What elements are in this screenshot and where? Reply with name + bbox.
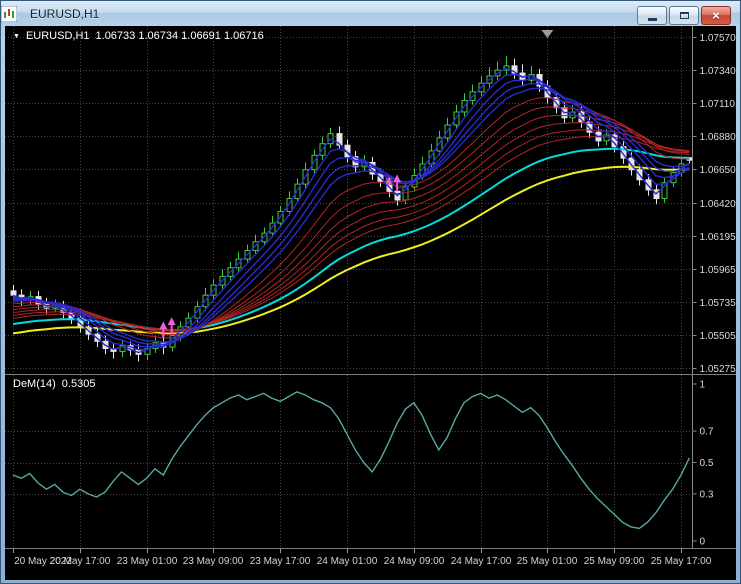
time-tick-mark [13, 549, 14, 553]
window-controls: × [637, 6, 731, 25]
demarker-indicator-chart[interactable]: 1 0.7 0.5 0.3 0 [5, 375, 736, 548]
time-tick-mark [681, 549, 682, 553]
main-price-chart[interactable]: 1.07570 1.07340 1.07110 1.06880 1.06650 1.064… [5, 26, 736, 374]
time-tick-label: 24 May 01:00 [316, 556, 378, 567]
close-icon: × [712, 8, 720, 23]
maximize-button[interactable] [669, 6, 699, 25]
time-tick-label: 24 May 09:00 [383, 556, 445, 567]
time-tick-mark [147, 549, 148, 553]
price-tick-label: 1.06650 [700, 165, 737, 176]
close-button[interactable]: × [701, 6, 731, 25]
chart-shift-marker[interactable] [541, 30, 554, 38]
price-tick-label: 1.05965 [700, 265, 737, 276]
minimize-button[interactable] [637, 6, 667, 25]
red-ribbon-line [12, 122, 690, 332]
time-tick-label: 25 May 01:00 [516, 556, 578, 567]
price-tick-label: 1.07340 [700, 66, 737, 77]
price-tick-label: 1.06195 [700, 232, 737, 243]
window-titlebar[interactable]: EURUSD,H1 × [1, 1, 740, 26]
time-tick-mark [213, 549, 214, 553]
time-tick-mark [80, 549, 81, 553]
minimize-icon [647, 18, 657, 21]
yellow-ma-line [12, 165, 690, 335]
price-tick-label: 1.06880 [700, 132, 737, 143]
time-tick-mark [347, 549, 348, 553]
symbol-timeframe-label: EURUSD,H1 [25, 30, 90, 42]
indicator-tick-label: 0.5 [700, 458, 714, 469]
indicator-tick-label: 1 [700, 380, 706, 391]
chart-ohlc-header: ▼ EURUSD,H1 1.06733 1.06734 1.06691 1.06… [13, 30, 264, 42]
price-tick-label: 1.06420 [700, 199, 737, 210]
time-tick-mark [414, 549, 415, 553]
buy-arrow-icon [159, 321, 168, 330]
demarker-line [12, 391, 691, 530]
price-tick-label: 1.07110 [700, 99, 736, 110]
price-tick-label: 1.07570 [700, 33, 737, 44]
chart-client-area: 1.07570 1.07340 1.07110 1.06880 1.06650 1.064… [5, 26, 736, 580]
indicator-tick-label: 0.7 [700, 427, 714, 438]
time-tick-label: 23 May 01:00 [116, 556, 178, 567]
time-tick-mark [614, 549, 615, 553]
time-tick-label: 23 May 17:00 [249, 556, 311, 567]
red-ribbon-line [12, 97, 690, 339]
indicator-value: 0.5305 [61, 378, 96, 390]
red-ribbon-line [12, 114, 690, 333]
price-tick-label: 1.05735 [700, 298, 737, 309]
time-tick-label: 25 May 09:00 [583, 556, 645, 567]
ohlc-values: 1.06733 1.06734 1.06691 1.06716 [95, 30, 264, 42]
mt4-chart-window: EURUSD,H1 × 1.07570 1.07340 1.07110 1.06880… [0, 0, 741, 584]
indicator-tick-label: 0.3 [700, 489, 714, 500]
indicator-name: DeM(14) [13, 378, 56, 390]
price-tick-label: 1.05275 [700, 364, 737, 374]
price-tick-label: 1.05505 [700, 331, 737, 342]
time-tick-label: 23 May 09:00 [182, 556, 244, 567]
time-tick-mark [547, 549, 548, 553]
time-tick-label: 25 May 17:00 [650, 556, 712, 567]
app-icon-image [1, 5, 17, 22]
indicator-tick-label: 0 [700, 537, 706, 548]
time-tick-mark [481, 549, 482, 553]
time-tick-label: 24 May 17:00 [450, 556, 512, 567]
app-icon[interactable] [1, 5, 24, 22]
time-tick-label: 20 May 17:00 [49, 556, 111, 567]
red-ribbon-line [12, 106, 690, 336]
symbol-dropdown-icon[interactable]: ▼ [13, 33, 20, 40]
time-axis[interactable]: 20 May 2022 20 May 17:00 23 May 01:00 23 Ma… [5, 549, 736, 580]
indicator-label: DeM(14) 0.5305 [13, 378, 95, 390]
blue-ribbon-line [12, 73, 690, 351]
buy-arrow-icon [167, 317, 176, 326]
window-title: EURUSD,H1 [30, 6, 100, 21]
maximize-icon [679, 12, 689, 19]
time-tick-mark [280, 549, 281, 553]
candle-body [10, 290, 17, 296]
